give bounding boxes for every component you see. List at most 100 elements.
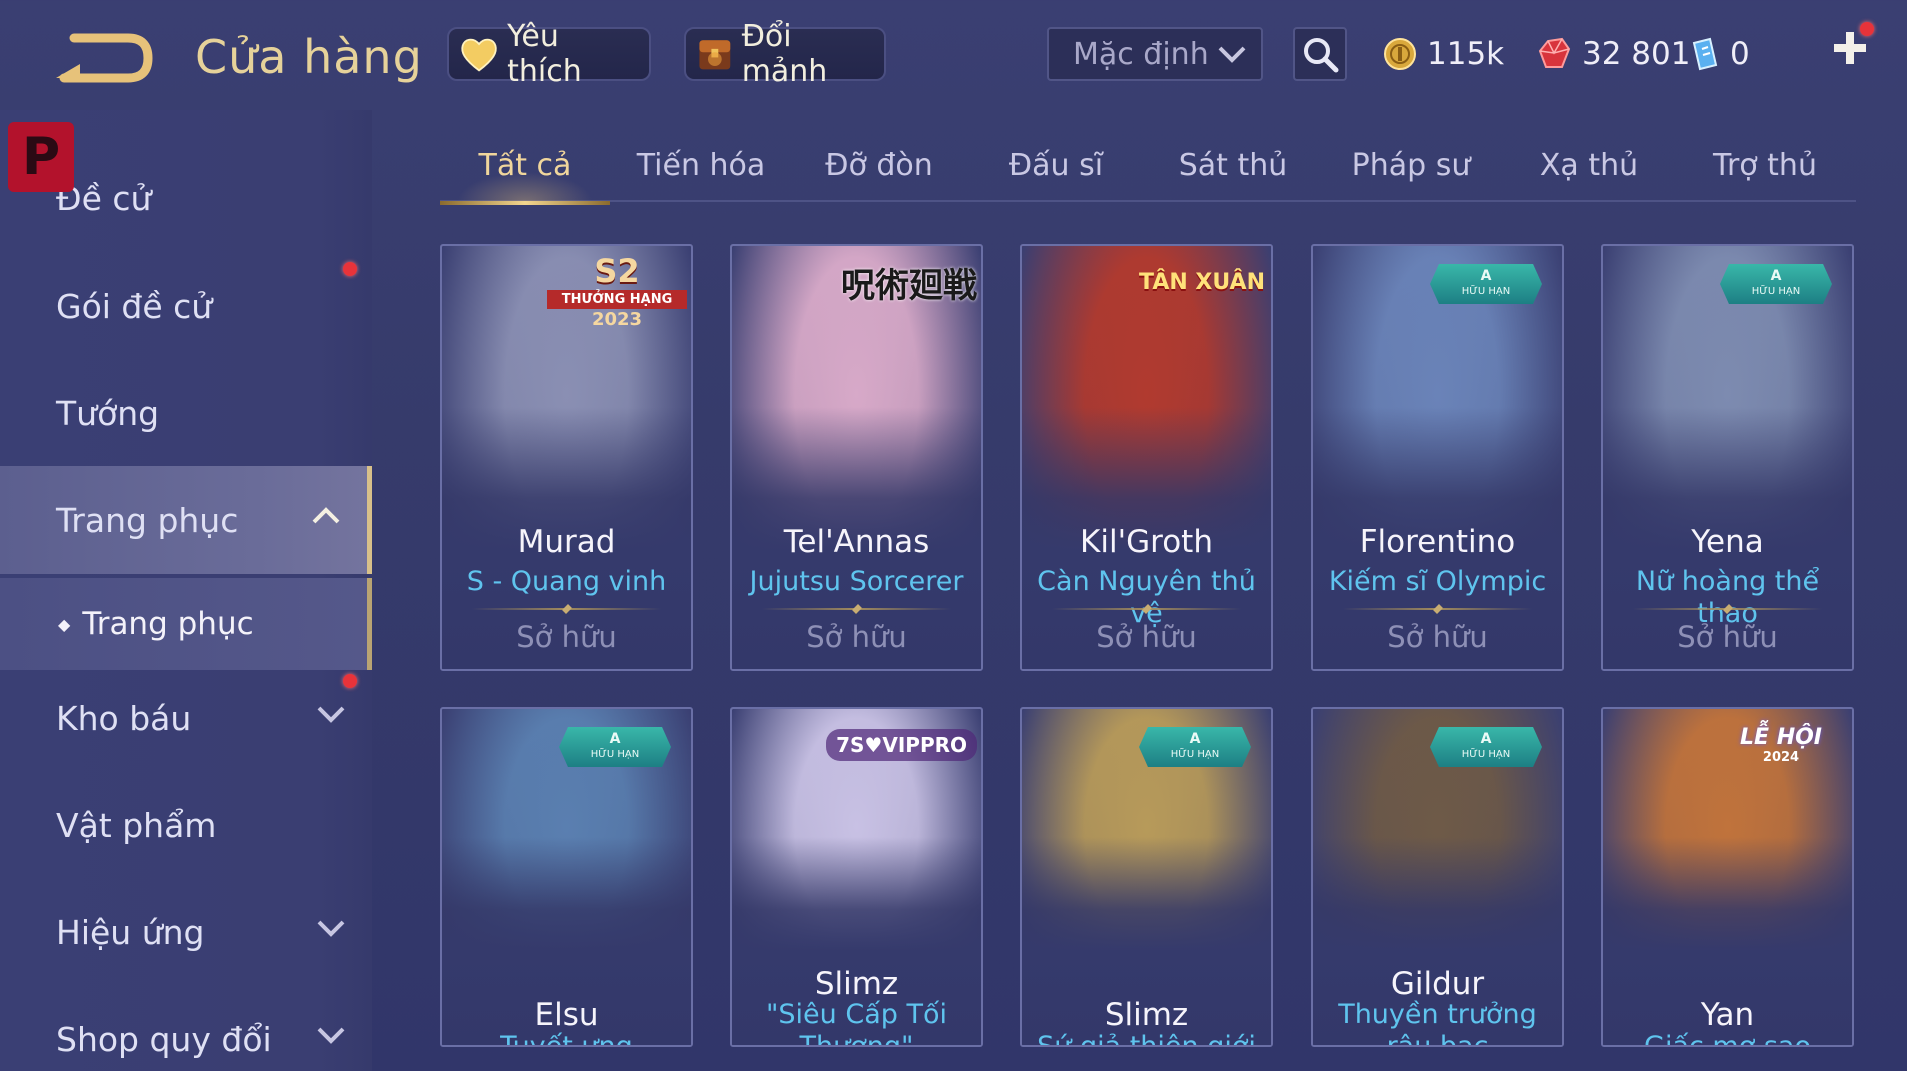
skin-card[interactable]: A HỮU HẠN Elsu Tuyết ưng: [440, 707, 693, 1047]
tab-mage[interactable]: Pháp sư: [1326, 138, 1496, 202]
tab-assassin[interactable]: Sát thủ: [1148, 138, 1318, 202]
tab-support[interactable]: Trợ thủ: [1680, 138, 1850, 202]
gem-amount: 32 801: [1582, 36, 1691, 72]
sidebar-item-label: Trang phục: [56, 500, 239, 540]
divider: [472, 608, 661, 610]
limited-badge: A HỮU HẠN: [1430, 264, 1542, 304]
sidebar-subitem-skins[interactable]: ◆ Trang phục: [0, 578, 372, 670]
divider: [1633, 608, 1822, 610]
category-tabs: Tất cả Tiến hóa Đỡ đòn Đấu sĩ Sát thủ Ph…: [440, 138, 1856, 205]
skin-card[interactable]: LỄ HỘI 2024 Yan Giấc mơ sao: [1601, 707, 1854, 1047]
favorites-label: Yêu thích: [507, 19, 582, 89]
sort-value: Mặc định: [1073, 36, 1209, 72]
event-badge: TÂN XUÂN: [1139, 270, 1265, 295]
skin-name: Thuyền trưởng râu bạc: [1338, 999, 1537, 1047]
festival-badge: LỄ HỘI 2024: [1716, 725, 1846, 765]
divider: [762, 608, 951, 610]
badge-text: HỮU HẠN: [1170, 749, 1220, 760]
tab-label: Tất cả: [478, 148, 572, 183]
badge-letter: A: [1770, 268, 1782, 284]
skin-card[interactable]: S2 THƯỞNG HẠNG 2023 Murad S - Quang vinh…: [440, 244, 693, 671]
tab-label: Sát thủ: [1178, 148, 1288, 183]
hero-name: Elsu: [534, 997, 599, 1033]
owned-status: Sở hữu: [1387, 620, 1488, 654]
voucher-amount: 0: [1730, 36, 1750, 72]
chevron-down-icon: [317, 706, 345, 723]
skin-card[interactable]: 呪術廻戦 Tel'Annas Jujutsu Sorcerer Sở hữu: [730, 244, 983, 671]
sidebar-item-featured-bundles[interactable]: Gói đề cử: [0, 252, 372, 360]
skin-card[interactable]: A HỮU HẠN Florentino Kiếm sĩ Olympic Sở …: [1311, 244, 1564, 671]
favorites-button[interactable]: Yêu thích: [447, 19, 651, 89]
sidebar-subitem-label: Trang phục: [82, 606, 254, 642]
badge-sub: THƯỞNG HẠNG: [547, 290, 687, 309]
sidebar-item-items[interactable]: Vật phẩm: [0, 771, 372, 879]
gem-balance: 32 801: [1536, 28, 1690, 80]
tab-fighter[interactable]: Đấu sĩ: [971, 138, 1141, 202]
collab-logo: 呪術廻戦: [841, 266, 977, 306]
skin-card[interactable]: 7S♥VIPPRO Slimz "Siêu Cấp Tối Thượng": [730, 707, 983, 1047]
owned-status: Sở hữu: [806, 620, 907, 654]
gold-balance: 115k: [1383, 28, 1504, 80]
skin-card[interactable]: A HỮU HẠN Slimz Sứ giả thiên giới: [1020, 707, 1273, 1047]
skin-name: Giấc mơ sao: [1644, 1031, 1811, 1047]
chevron-down-icon: [1218, 46, 1246, 63]
hero-name: Kil'Groth: [1080, 524, 1213, 560]
badge-main: LỄ HỘI: [1739, 725, 1822, 750]
notification-dot: [1860, 22, 1874, 36]
notification-dot: [343, 262, 357, 276]
badge-year: 2023: [591, 309, 643, 330]
top-bar: Cửa hàng Yêu thích Đổi mảnh Mặc định 115…: [0, 0, 1907, 110]
skin-card[interactable]: TÂN XUÂN Kil'Groth Càn Nguyên thủ vệ Sở …: [1020, 244, 1273, 671]
sidebar-item-skins[interactable]: Trang phục: [0, 466, 372, 574]
heart-icon: [461, 38, 497, 72]
limited-badge: A HỮU HẠN: [1139, 727, 1251, 767]
owned-status: Sở hữu: [516, 620, 617, 654]
skin-name: Jujutsu Sorcerer: [749, 566, 964, 597]
badge-letter: A: [1189, 731, 1201, 747]
skin-name: Sứ giả thiên giới: [1037, 1031, 1256, 1047]
tab-tank[interactable]: Đỡ đòn: [794, 138, 964, 202]
sidebar-item-exchange-shop[interactable]: Shop quy đổi: [0, 985, 372, 1071]
skin-name: "Siêu Cấp Tối Thượng": [766, 999, 947, 1047]
search-button[interactable]: [1293, 27, 1347, 81]
sidebar-item-effects[interactable]: Hiệu ứng: [0, 878, 372, 986]
divider: [1343, 608, 1532, 610]
tab-label: Pháp sư: [1351, 148, 1471, 183]
bullet-icon: ◆: [58, 614, 71, 634]
limited-badge: A HỮU HẠN: [1720, 264, 1832, 304]
search-icon: [1304, 38, 1339, 73]
tab-marksman[interactable]: Xạ thủ: [1504, 138, 1674, 202]
rank-reward-badge: S2 THƯỞNG HẠNG 2023: [547, 252, 687, 342]
app-logo: P: [8, 122, 74, 192]
skin-card[interactable]: A HỮU HẠN Gildur Thuyền trưởng râu bạc: [1311, 707, 1564, 1047]
skin-grid: S2 THƯỞNG HẠNG 2023 Murad S - Quang vinh…: [440, 244, 1856, 1071]
sidebar-item-heroes[interactable]: Tướng: [0, 359, 372, 467]
sort-dropdown[interactable]: Mặc định: [1047, 27, 1263, 81]
hero-name: Florentino: [1359, 524, 1516, 560]
treasure-chest-icon: [699, 40, 731, 70]
hero-name: Slimz: [1104, 997, 1189, 1033]
hero-name: Tel'Annas: [783, 524, 930, 560]
chevron-down-icon: [317, 1027, 345, 1044]
exchange-shards-button[interactable]: Đổi mảnh: [684, 19, 886, 89]
skin-card[interactable]: A HỮU HẠN Yena Nữ hoàng thể thao Sở hữu: [1601, 244, 1854, 671]
badge-text: HỮU HẠN: [1461, 749, 1511, 760]
sidebar-item-label: Hiệu ứng: [56, 912, 205, 952]
back-icon[interactable]: [56, 30, 156, 86]
tab-evolution[interactable]: Tiến hóa: [616, 138, 786, 202]
badge-letter: A: [1480, 268, 1492, 284]
collab-badge: 7S♥VIPPRO: [826, 729, 977, 761]
sidebar-item-treasure[interactable]: Kho báu: [0, 664, 372, 772]
tab-label: Tiến hóa: [636, 148, 766, 183]
divider: [1052, 608, 1241, 610]
hero-name: Slimz: [814, 966, 899, 1002]
ruby-gem-icon: [1538, 37, 1571, 68]
owned-status: Sở hữu: [1096, 620, 1197, 654]
tab-all[interactable]: Tất cả: [440, 138, 610, 205]
limited-badge: A HỮU HẠN: [559, 727, 671, 767]
skin-name: S - Quang vinh: [466, 566, 667, 597]
sidebar-item-label: Shop quy đổi: [56, 1019, 272, 1059]
badge-letter: A: [1480, 731, 1492, 747]
badge-text: HỮU HẠN: [590, 749, 640, 760]
sidebar-item-label: Gói đề cử: [56, 286, 213, 326]
